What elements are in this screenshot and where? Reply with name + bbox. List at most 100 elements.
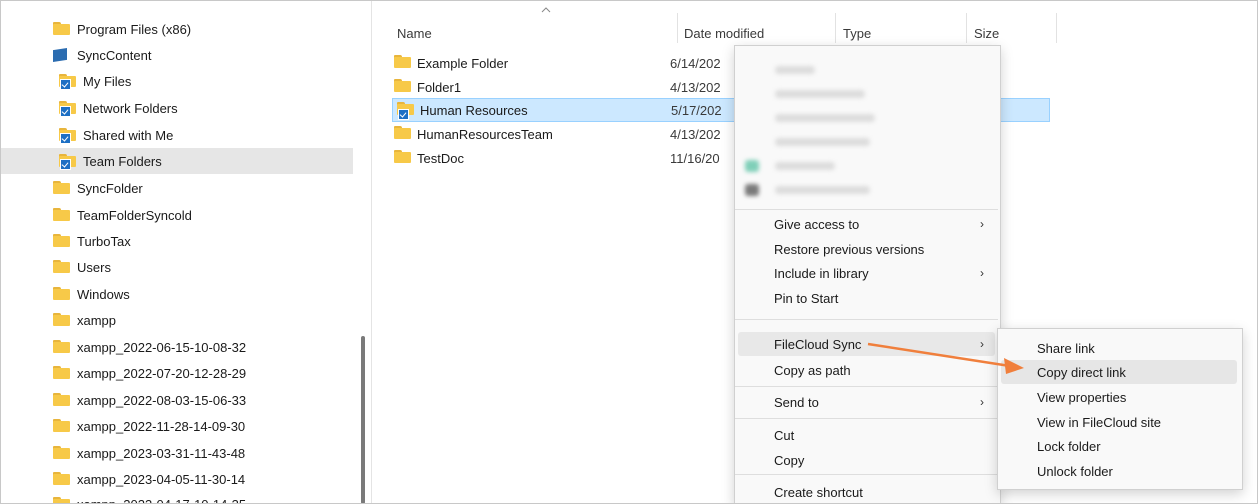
submenu-item-view-properties[interactable]: View properties <box>998 385 1240 409</box>
nav-item-label: My Files <box>83 73 132 89</box>
column-separator[interactable] <box>1056 13 1057 43</box>
chevron-right-icon: › <box>980 395 984 409</box>
folder-icon <box>53 393 71 407</box>
nav-scrollbar[interactable] <box>361 336 365 503</box>
nav-item[interactable]: Network Folders <box>1 95 353 121</box>
nav-item-label: xampp_2023-04-17-10-14-35 <box>77 496 247 504</box>
file-date: 4/13/202 <box>670 126 721 142</box>
nav-item[interactable]: Program Files (x86) <box>1 16 353 42</box>
nav-item[interactable]: xampp_2023-04-05-11-30-14 <box>1 466 353 492</box>
file-name: TestDoc <box>417 150 464 166</box>
menu-item-create-shortcut[interactable]: Create shortcut <box>735 480 998 503</box>
menu-item-label: Cut <box>774 427 795 443</box>
file-row[interactable]: Folder1 4/13/202 <box>394 76 721 98</box>
column-header-type[interactable]: Type <box>843 21 871 45</box>
nav-item[interactable]: SyncContent <box>1 42 353 68</box>
blurred-menu-item <box>775 90 865 98</box>
blurred-menu-item <box>775 114 875 122</box>
menu-item-copy[interactable]: Copy <box>735 448 998 472</box>
sync-folder-icon <box>59 74 77 90</box>
context-menu: Give access to › Restore previous versio… <box>734 45 1001 503</box>
nav-item-label: xampp_2023-04-05-11-30-14 <box>77 471 246 487</box>
folder-icon <box>394 126 411 142</box>
nav-item-label: TurboTax <box>77 233 131 249</box>
nav-item-label: xampp_2022-07-20-12-28-29 <box>77 365 247 381</box>
chevron-right-icon: › <box>980 266 984 280</box>
file-name: Folder1 <box>417 79 462 95</box>
submenu-item-lock-folder[interactable]: Lock folder <box>998 434 1240 458</box>
nav-item[interactable]: Shared with Me <box>1 122 353 148</box>
nav-item[interactable]: Windows <box>1 281 353 307</box>
menu-item-send-to[interactable]: Send to › <box>735 390 998 414</box>
file-row[interactable]: TestDoc 11/16/20 <box>394 147 720 169</box>
nav-item[interactable]: TeamFolderSyncold <box>1 202 353 228</box>
nav-item[interactable]: xampp_2023-04-17-10-14-35 <box>1 491 353 504</box>
menu-item-filecloud-sync[interactable]: FileCloud Sync › <box>738 332 995 356</box>
folder-icon <box>53 366 71 380</box>
submenu-item-view-in-filecloud-site[interactable]: View in FileCloud site <box>998 410 1240 434</box>
nav-item[interactable]: TurboTax <box>1 228 353 254</box>
menu-separator <box>735 386 998 387</box>
folder-icon <box>53 497 71 503</box>
navigation-pane: Program Files (x86) SyncContent My Files… <box>1 1 353 503</box>
column-separator[interactable] <box>835 13 836 43</box>
column-header-name[interactable]: Name <box>397 21 432 45</box>
nav-item-label: xampp_2023-03-31-11-43-48 <box>77 445 246 461</box>
folder-icon <box>53 446 71 460</box>
column-header-date[interactable]: Date modified <box>684 21 764 45</box>
nav-item[interactable]: SyncFolder <box>1 175 353 201</box>
menu-item-copy-as-path[interactable]: Copy as path <box>735 358 998 382</box>
nav-item[interactable]: xampp <box>1 307 353 333</box>
folder-icon <box>53 472 71 486</box>
menu-item-cut[interactable]: Cut <box>735 423 998 447</box>
menu-item-label: Send to <box>774 394 819 410</box>
submenu-item-copy-direct-link[interactable]: Copy direct link <box>1001 360 1237 384</box>
file-explorer-window: Program Files (x86) SyncContent My Files… <box>0 0 1258 504</box>
folder-icon <box>53 234 71 248</box>
submenu-item-label: Unlock folder <box>1037 463 1113 479</box>
nav-item[interactable]: xampp_2023-03-31-11-43-48 <box>1 440 353 466</box>
blurred-menu-item <box>775 66 815 74</box>
sync-folder-icon <box>59 128 77 144</box>
folder-icon <box>53 313 71 327</box>
menu-item-give-access[interactable]: Give access to › <box>735 212 998 236</box>
blurred-menu-item <box>775 138 870 146</box>
menu-item-restore-previous-versions[interactable]: Restore previous versions <box>735 237 998 261</box>
submenu-item-label: View properties <box>1037 389 1127 405</box>
submenu-item-share-link[interactable]: Share link <box>998 336 1240 360</box>
submenu-item-label: View in FileCloud site <box>1037 414 1162 430</box>
nav-item-label: Team Folders <box>83 153 162 169</box>
menu-separator <box>735 319 998 320</box>
menu-separator <box>735 474 998 475</box>
menu-item-label: Pin to Start <box>774 290 839 306</box>
column-header-size[interactable]: Size <box>974 21 999 45</box>
menu-item-include-in-library[interactable]: Include in library › <box>735 261 998 285</box>
submenu-item-unlock-folder[interactable]: Unlock folder <box>998 459 1240 483</box>
blurred-menu-item <box>775 162 835 170</box>
nav-item[interactable]: Users <box>1 254 353 280</box>
column-header-size-label: Size <box>974 25 1000 41</box>
menu-item-label: FileCloud Sync <box>774 336 862 352</box>
column-header-date-label: Date modified <box>684 25 765 41</box>
chevron-right-icon: › <box>980 217 984 231</box>
nav-item[interactable]: My Files <box>1 68 353 94</box>
column-header-type-label: Type <box>843 25 872 41</box>
nav-item[interactable]: xampp_2022-11-28-14-09-30 <box>1 413 353 439</box>
nav-item-label: SyncContent <box>77 47 152 63</box>
file-row[interactable]: Example Folder 6/14/202 <box>394 52 721 74</box>
menu-item-pin-to-start[interactable]: Pin to Start <box>735 286 998 310</box>
menu-item-label: Copy <box>774 452 805 468</box>
nav-item[interactable]: xampp_2022-08-03-15-06-33 <box>1 387 353 413</box>
column-separator[interactable] <box>966 13 967 43</box>
filecloud-submenu: Share link Copy direct link View propert… <box>997 328 1243 490</box>
nav-item-selected[interactable]: Team Folders <box>1 148 353 174</box>
synccontent-icon <box>53 48 71 62</box>
folder-icon <box>394 79 411 95</box>
folder-icon <box>394 150 411 166</box>
nav-item[interactable]: xampp_2022-06-15-10-08-32 <box>1 334 353 360</box>
file-row[interactable]: HumanResourcesTeam 4/13/202 <box>394 123 721 145</box>
sync-folder-icon <box>397 102 414 120</box>
sort-ascending-icon <box>541 7 551 13</box>
column-separator[interactable] <box>677 13 678 43</box>
nav-item[interactable]: xampp_2022-07-20-12-28-29 <box>1 360 353 386</box>
